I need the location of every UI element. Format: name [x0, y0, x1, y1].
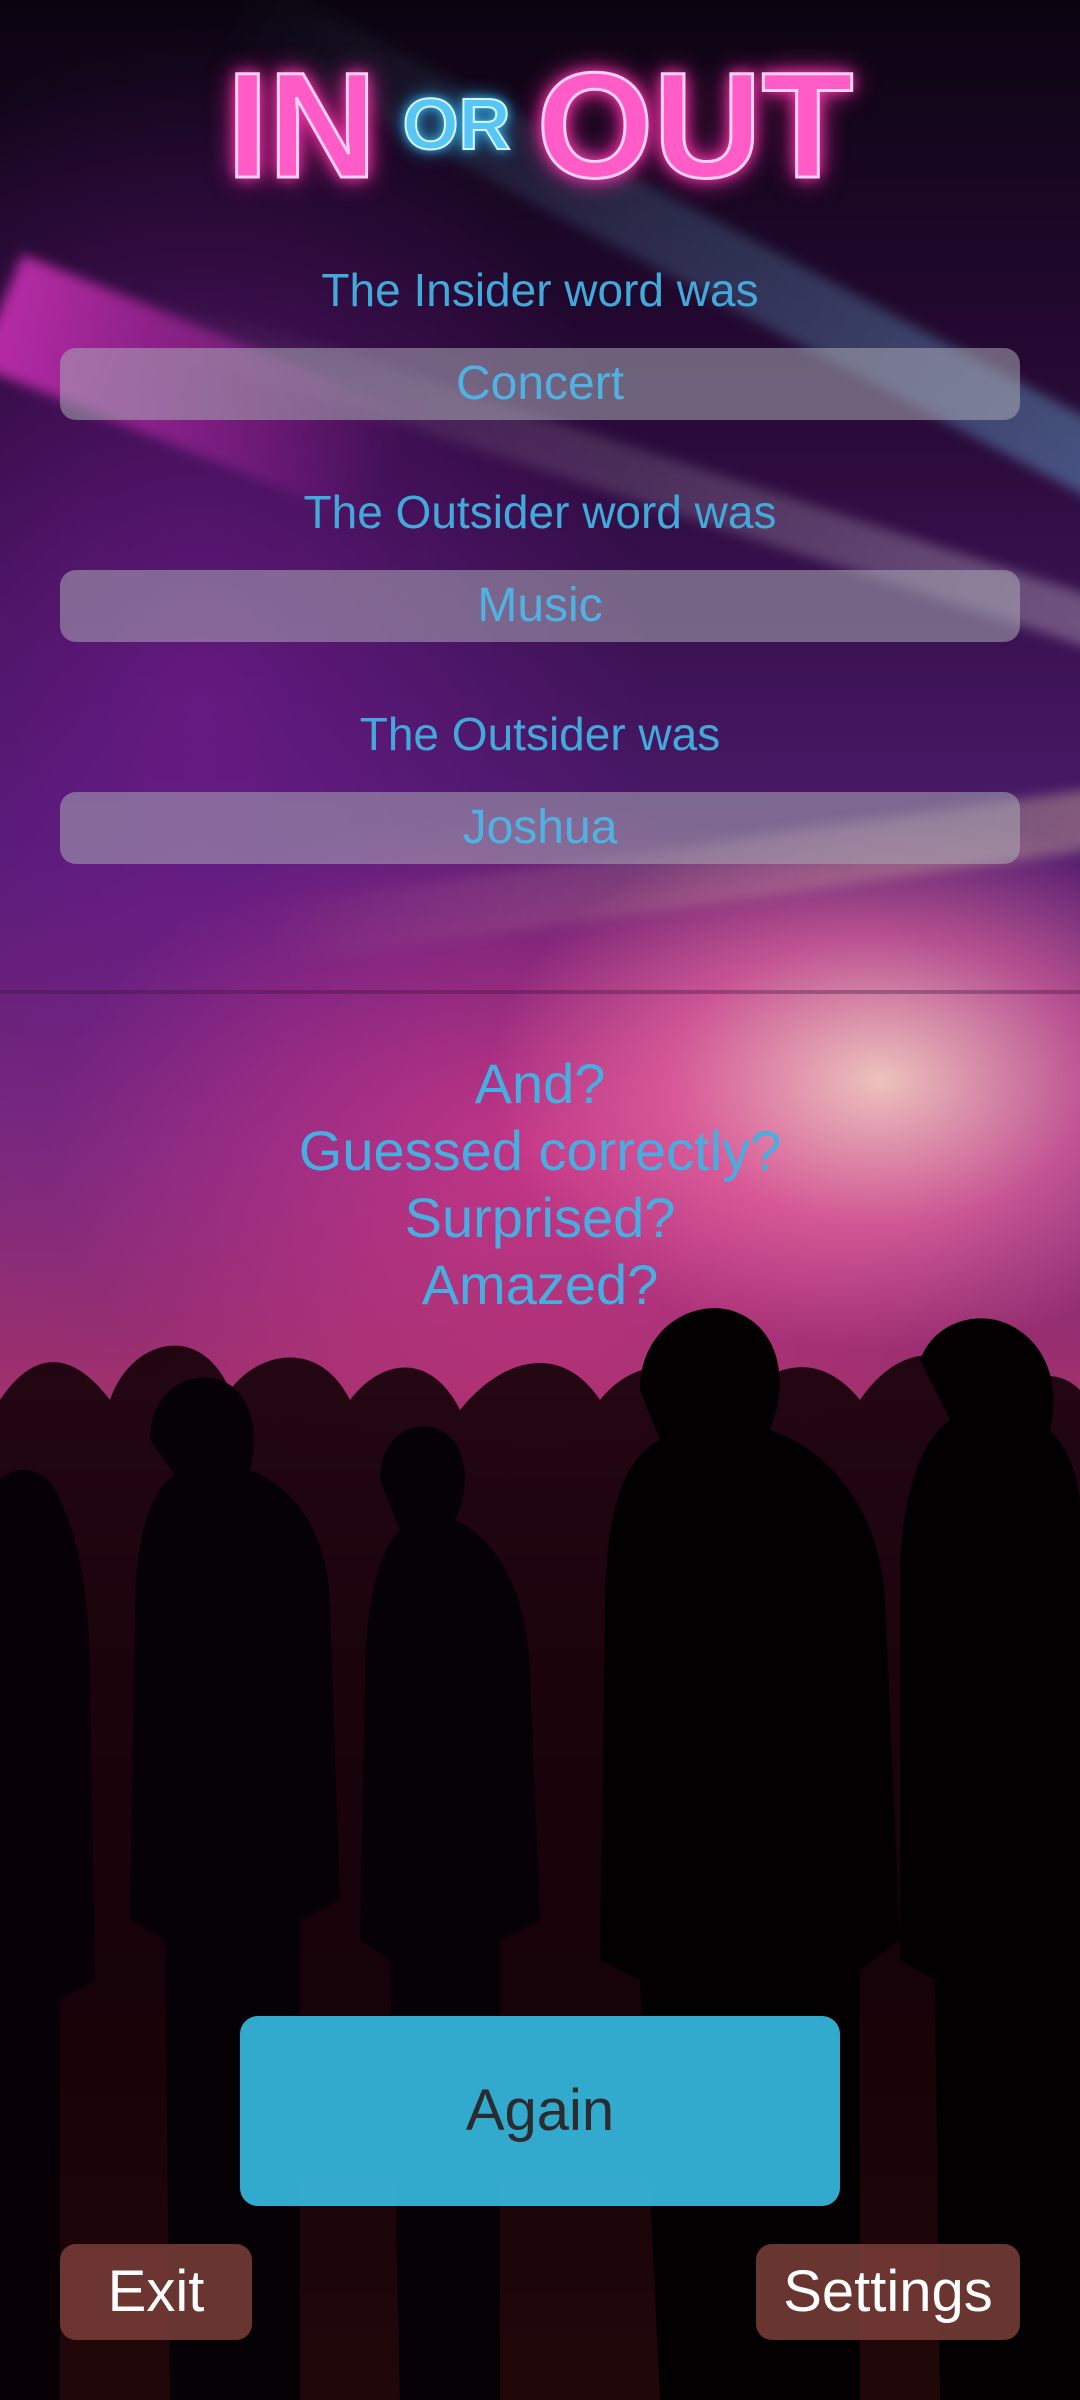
outsider-player-value: Joshua — [60, 792, 1020, 864]
prompt-line: Guessed correctly? — [298, 1119, 782, 1182]
outsider-player-label: The Outsider was — [359, 708, 721, 760]
reveal-prompt: And? Guessed correctly? Surprised? Amaze… — [0, 1050, 1080, 1318]
logo-or-text: OR — [402, 84, 512, 166]
prompt-line: And? — [474, 1052, 606, 1115]
prompt-line: Amazed? — [421, 1253, 659, 1316]
settings-button[interactable]: Settings — [756, 2244, 1020, 2340]
crowd-silhouette — [0, 1308, 1080, 2400]
outsider-word-value: Music — [60, 570, 1020, 642]
insider-word-label: The Insider word was — [321, 264, 759, 316]
logo-out-text: OUT — [535, 40, 855, 211]
section-divider — [0, 990, 1080, 994]
results-screen: IN OR OUT The Insider word was Concert The… — [0, 0, 1080, 2400]
insider-word-value: Concert — [60, 348, 1020, 420]
again-button[interactable]: Again — [240, 2016, 840, 2206]
app-logo: IN OR OUT — [0, 40, 1080, 211]
exit-button[interactable]: Exit — [60, 2244, 252, 2340]
logo-in-text: IN — [225, 40, 378, 211]
outsider-word-label: The Outsider word was — [303, 486, 777, 538]
prompt-line: Surprised? — [404, 1186, 676, 1249]
